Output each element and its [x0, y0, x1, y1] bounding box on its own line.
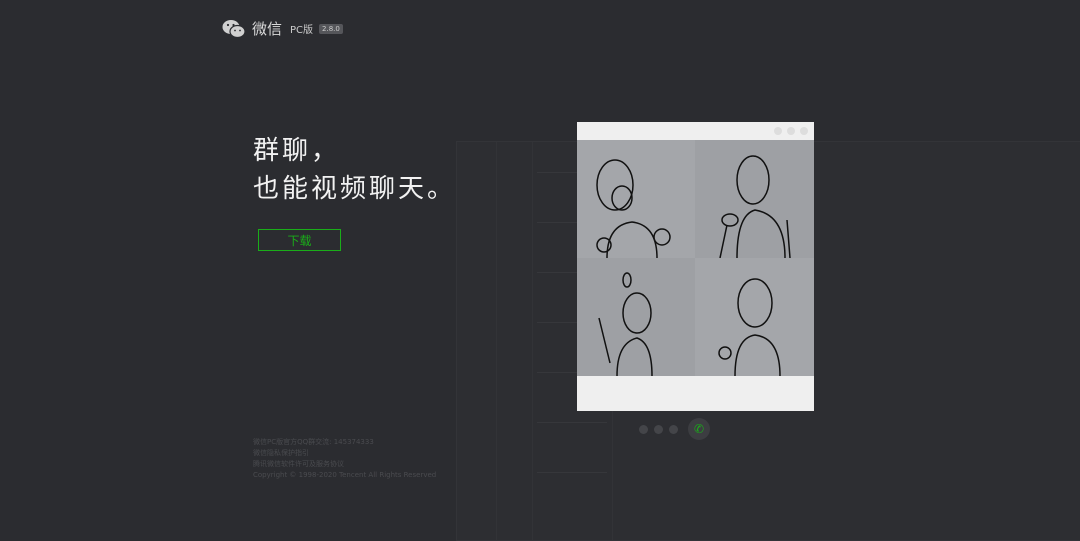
headline: 群聊， 也能视频聊天。 [253, 132, 456, 208]
minimize-button[interactable] [774, 127, 782, 135]
control-dot[interactable] [654, 424, 663, 434]
footer-copyright: Copyright © 1998-2020 Tencent All Rights… [253, 471, 437, 479]
call-button[interactable]: ✆ [688, 418, 710, 440]
app-logo: 微信 PC版 2.8.0 [222, 18, 343, 39]
edition-label: PC版 [290, 25, 314, 36]
phone-icon: ✆ [693, 422, 705, 436]
video-tile-4 [695, 258, 814, 377]
footer-license-link[interactable]: 腾讯微信软件许可及服务协议 [253, 459, 436, 470]
close-button[interactable] [800, 127, 808, 135]
headline-line-1: 群聊， [253, 136, 341, 166]
footer-qq-group[interactable]: 微信PC版官方QQ群交流: 145374333 [253, 437, 436, 448]
footer-privacy-link[interactable]: 微信隐私保护指引 [253, 448, 436, 459]
wechat-logo-icon [222, 19, 246, 38]
video-tile-1 [577, 140, 695, 259]
video-call-window [577, 122, 814, 411]
footer: 微信PC版官方QQ群交流: 145374333 微信隐私保护指引 腾讯微信软件许… [253, 437, 436, 481]
app-name: 微信 [252, 20, 283, 38]
control-dot[interactable] [669, 424, 678, 434]
control-dot[interactable] [639, 424, 648, 434]
download-button[interactable]: 下载 [258, 229, 341, 251]
call-controls: ✆ [639, 418, 710, 440]
video-tile-2 [695, 140, 814, 259]
window-titlebar [577, 122, 814, 140]
headline-line-2: 也能视频聊天。 [253, 174, 457, 204]
maximize-button[interactable] [787, 127, 795, 135]
video-tile-3 [577, 258, 695, 377]
version-badge: 2.8.0 [319, 23, 343, 34]
video-grid [577, 140, 814, 377]
